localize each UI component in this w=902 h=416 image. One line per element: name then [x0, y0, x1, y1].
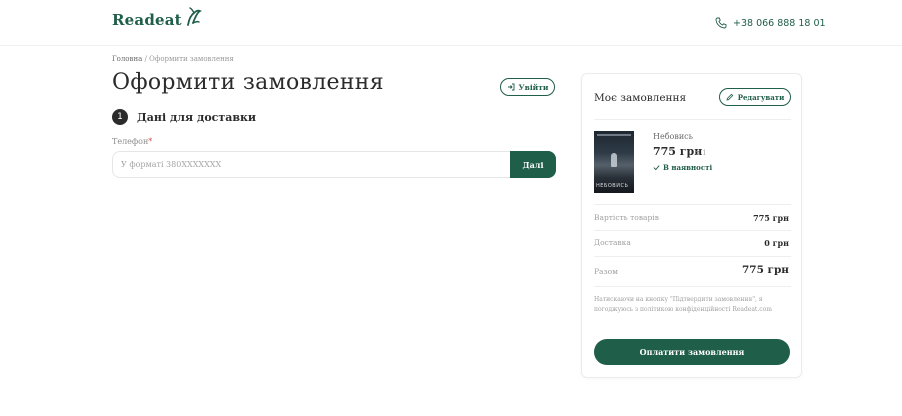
stock-label: В наявності — [663, 163, 713, 172]
divider — [594, 286, 791, 287]
phone-input[interactable] — [113, 152, 511, 177]
divider — [594, 256, 791, 257]
required-mark: * — [148, 137, 153, 146]
book-cover[interactable]: НЕБОВИСЬ — [594, 131, 634, 193]
edit-order-button[interactable]: Редагувати — [719, 88, 791, 106]
phone-label-text: Телефон — [112, 137, 149, 146]
breadcrumb-current: Оформити замовлення — [149, 55, 234, 63]
goods-cost-label: Вартість товарів — [594, 213, 659, 222]
site-header: Readeat +38 066 888 18 01 — [0, 0, 902, 46]
header-phone[interactable]: +38 066 888 18 01 — [715, 17, 826, 29]
next-button[interactable]: Далі — [510, 151, 556, 178]
delivery-step-header: 1 Дані для доставки — [112, 109, 256, 125]
order-item: НЕБОВИСЬ Небовись 775 грн x 1 В наявност… — [594, 131, 791, 206]
breadcrumb-home[interactable]: Головна — [112, 55, 142, 63]
phone-input-group: Далі — [112, 151, 556, 178]
phone-field-label: Телефон* — [112, 137, 152, 146]
phone-icon — [715, 17, 727, 29]
step-number: 1 — [112, 109, 128, 125]
edit-label: Редагувати — [737, 92, 785, 102]
divider — [594, 204, 791, 205]
next-label: Далі — [522, 159, 544, 170]
delivery-label: Доставка — [594, 238, 631, 247]
total-label: Разом — [594, 267, 618, 276]
divider — [594, 230, 791, 231]
login-icon — [507, 83, 514, 91]
check-icon — [653, 165, 660, 171]
terms-note: Натискаючи на кнопку "Підтвердити замовл… — [594, 296, 772, 313]
page-title: Оформити замовлення — [112, 70, 384, 95]
total-value: 775 грн — [741, 264, 789, 276]
book-price: 775 грн — [653, 145, 703, 158]
login-label: Увійти — [518, 82, 549, 92]
breadcrumb-separator: / — [144, 55, 147, 63]
pencil-icon — [726, 93, 733, 101]
book-quantity: x 1 — [696, 149, 707, 157]
book-name[interactable]: Небовись — [653, 132, 693, 141]
order-title: Моє замовлення — [594, 92, 687, 104]
step-title: Дані для доставки — [137, 110, 257, 124]
logo[interactable]: Readeat — [112, 7, 202, 30]
cover-figure — [611, 153, 617, 167]
logo-text: Readeat — [112, 11, 182, 29]
login-button[interactable]: Увійти — [500, 78, 555, 96]
logo-bird-icon — [186, 7, 202, 26]
pay-label: Оплатити замовлення — [639, 347, 745, 357]
phone-number: +38 066 888 18 01 — [733, 17, 826, 29]
cover-top-band — [597, 134, 631, 136]
order-summary-card: Моє замовлення Редагувати НЕБОВИСЬ Небов… — [581, 73, 802, 378]
cover-title: НЕБОВИСЬ — [596, 183, 629, 189]
pay-order-button[interactable]: Оплатити замовлення — [594, 339, 790, 365]
stock-status: В наявності — [653, 163, 712, 172]
goods-cost-value: 775 грн — [753, 213, 789, 223]
breadcrumb: Головна / Оформити замовлення — [112, 55, 234, 63]
order-header: Моє замовлення Редагувати — [594, 88, 791, 120]
delivery-value: 0 грн — [764, 238, 789, 248]
